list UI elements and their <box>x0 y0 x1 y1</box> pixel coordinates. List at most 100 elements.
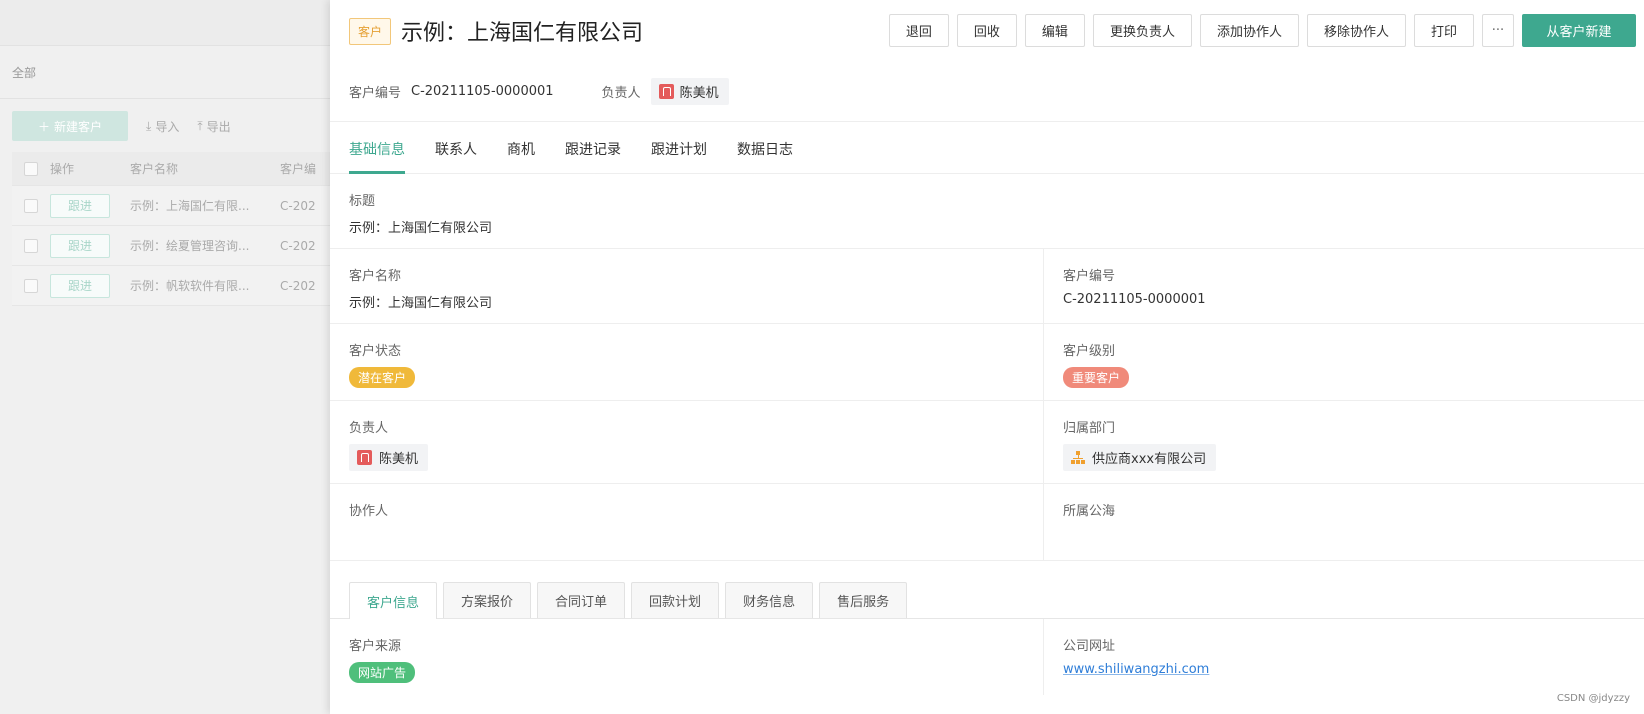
tab-follow-plans[interactable]: 跟进计划 <box>651 139 707 173</box>
field-label: 归属部门 <box>1063 421 1116 436</box>
summary-bar: 客户编号 C-20211105-0000001 负责人 陈美机 <box>330 62 1644 122</box>
field-value: C-20211105-0000001 <box>1063 292 1206 307</box>
row-checkbox[interactable] <box>24 278 38 293</box>
field-label: 客户名称 <box>349 269 402 284</box>
tab-follow-records[interactable]: 跟进记录 <box>565 139 621 173</box>
field-department: 归属部门 供应商xxx有限公司 <box>1043 401 1644 483</box>
sub-tabs: 客户信息 方案报价 合同订单 回款计划 财务信息 售后服务 <box>330 579 1644 619</box>
divider <box>0 98 330 99</box>
field-value <box>1063 527 1625 545</box>
subtab-payment-plan[interactable]: 回款计划 <box>631 582 720 618</box>
field-customer-name: 客户名称 示例：上海国仁有限公司 <box>330 249 1043 323</box>
remove-collaborator-button[interactable]: 移除协作人 <box>1306 14 1406 47</box>
field-row-title: 标题 示例：上海国仁有限公司 <box>330 174 1644 249</box>
subtab-finance-info[interactable]: 财务信息 <box>725 582 814 618</box>
export-button[interactable]: ⤒ 导出 <box>197 118 230 135</box>
column-header-name: 客户名称 <box>130 162 179 176</box>
subtab-after-sales[interactable]: 售后服务 <box>819 582 908 618</box>
field-customer-status: 客户状态 潜在客户 <box>330 324 1043 400</box>
page-title: 示例：上海国仁有限公司 <box>401 21 644 46</box>
follow-button[interactable]: 跟进 <box>50 193 110 218</box>
row-name: 示例：绘夏管理咨询... <box>130 239 250 253</box>
row-name: 示例：上海国仁有限... <box>130 199 250 213</box>
action-toolbar: 退回 回收 编辑 更换负责人 添加协作人 移除协作人 打印 ··· 从客户新建 <box>888 14 1636 47</box>
follow-button[interactable]: 跟进 <box>50 273 110 298</box>
owner-chip[interactable]: 陈美机 <box>349 444 429 471</box>
row-checkbox[interactable] <box>24 238 38 253</box>
field-row: 客户名称 示例：上海国仁有限公司 客户编号 C-20211105-0000001 <box>330 249 1644 324</box>
field-label: 协作人 <box>349 504 389 519</box>
table-row[interactable]: 跟进 示例：绘夏管理咨询... C-202 <box>12 226 330 266</box>
field-value <box>349 527 1024 545</box>
field-customer-source: 客户来源 网站广告 <box>330 619 1043 695</box>
back-button[interactable]: 退回 <box>888 14 949 47</box>
background-list-page: 全部 ＋ 新建客户 ⤓ 导入 ⤒ 导出 操作 客户名称 客户编 跟进 示例：上海… <box>0 0 330 714</box>
column-header-action: 操作 <box>50 162 75 176</box>
field-label: 标题 <box>349 194 376 209</box>
subtab-contract-orders[interactable]: 合同订单 <box>537 582 626 618</box>
customer-code-value: C-20211105-0000001 <box>411 84 554 99</box>
recycle-button[interactable]: 回收 <box>956 14 1017 47</box>
tab-basic-info[interactable]: 基础信息 <box>349 139 405 174</box>
field-label: 客户状态 <box>349 344 402 359</box>
column-header-code: 客户编 <box>280 162 317 176</box>
field-row: 负责人 陈美机 归属部门 供应商xxx有限公司 <box>330 401 1644 484</box>
new-from-customer-button[interactable]: 从客户新建 <box>1522 14 1636 47</box>
field-value: 示例：上海国仁有限公司 <box>349 296 493 311</box>
department-chip[interactable]: 供应商xxx有限公司 <box>1063 444 1217 471</box>
owner-chip[interactable]: 陈美机 <box>650 78 729 105</box>
owner-name: 陈美机 <box>679 86 719 101</box>
new-customer-label: 新建客户 <box>54 119 103 134</box>
edit-button[interactable]: 编辑 <box>1024 14 1085 47</box>
source-badge: 网站广告 <box>349 662 416 683</box>
field-public-pool: 所属公海 <box>1043 484 1644 560</box>
download-icon: ⤓ <box>146 118 152 133</box>
filter-all-label[interactable]: 全部 <box>12 64 36 81</box>
row-code: C-202 <box>280 278 316 293</box>
more-icon[interactable]: ··· <box>1482 14 1514 47</box>
owner-name: 陈美机 <box>379 452 419 467</box>
org-chart-icon <box>1071 450 1085 465</box>
field-label: 客户级别 <box>1063 344 1116 359</box>
row-checkbox[interactable] <box>24 198 38 213</box>
new-customer-button[interactable]: ＋ 新建客户 <box>12 111 128 141</box>
field-label: 负责人 <box>349 421 389 436</box>
row-code: C-202 <box>280 198 316 213</box>
tab-opportunities[interactable]: 商机 <box>507 139 535 173</box>
select-all-checkbox[interactable] <box>24 161 38 176</box>
subtab-customer-info[interactable]: 客户信息 <box>349 582 438 619</box>
upload-icon: ⤒ <box>197 118 203 133</box>
department-name: 供应商xxx有限公司 <box>1092 452 1207 467</box>
field-title: 标题 示例：上海国仁有限公司 <box>330 174 1644 248</box>
field-row: 客户来源 网站广告 公司网址 www.shiliwangzhi.com <box>330 619 1644 695</box>
import-button[interactable]: ⤓ 导入 <box>146 118 179 135</box>
record-type-tag: 客户 <box>349 17 392 45</box>
field-label: 客户编号 <box>1063 269 1116 284</box>
row-name: 示例：帆软软件有限... <box>130 279 250 293</box>
list-toolbar: ＋ 新建客户 ⤓ 导入 ⤒ 导出 <box>12 111 231 141</box>
customer-code-label: 客户编号 <box>349 86 402 101</box>
field-label: 公司网址 <box>1063 639 1116 654</box>
tab-contacts[interactable]: 联系人 <box>435 139 477 173</box>
drawer-titlebar: 客户 示例：上海国仁有限公司 退回 回收 编辑 更换负责人 添加协作人 移除协作… <box>330 0 1644 62</box>
table-row[interactable]: 跟进 示例：上海国仁有限... C-202 <box>12 186 330 226</box>
detail-tabs: 基础信息 联系人 商机 跟进记录 跟进计划 数据日志 <box>330 122 1644 174</box>
add-collaborator-button[interactable]: 添加协作人 <box>1199 14 1299 47</box>
print-button[interactable]: 打印 <box>1413 14 1474 47</box>
watermark: CSDN @jdyzzy <box>1556 693 1630 704</box>
status-badge: 潜在客户 <box>349 367 416 388</box>
field-label: 客户来源 <box>349 639 402 654</box>
field-row: 协作人 所属公海 <box>330 484 1644 561</box>
field-label: 所属公海 <box>1063 504 1116 519</box>
field-owner: 负责人 陈美机 <box>330 401 1043 483</box>
subtab-quotation[interactable]: 方案报价 <box>443 582 532 618</box>
table-row[interactable]: 跟进 示例：帆软软件有限... C-202 <box>12 266 330 306</box>
tab-data-log[interactable]: 数据日志 <box>737 139 793 173</box>
background-header <box>0 0 330 46</box>
follow-button[interactable]: 跟进 <box>50 233 110 258</box>
field-row: 客户状态 潜在客户 客户级别 重要客户 <box>330 324 1644 401</box>
owner-label: 负责人 <box>601 86 641 101</box>
user-avatar-icon <box>357 450 372 465</box>
website-link[interactable]: www.shiliwangzhi.com <box>1063 662 1209 677</box>
change-owner-button[interactable]: 更换负责人 <box>1092 14 1192 47</box>
